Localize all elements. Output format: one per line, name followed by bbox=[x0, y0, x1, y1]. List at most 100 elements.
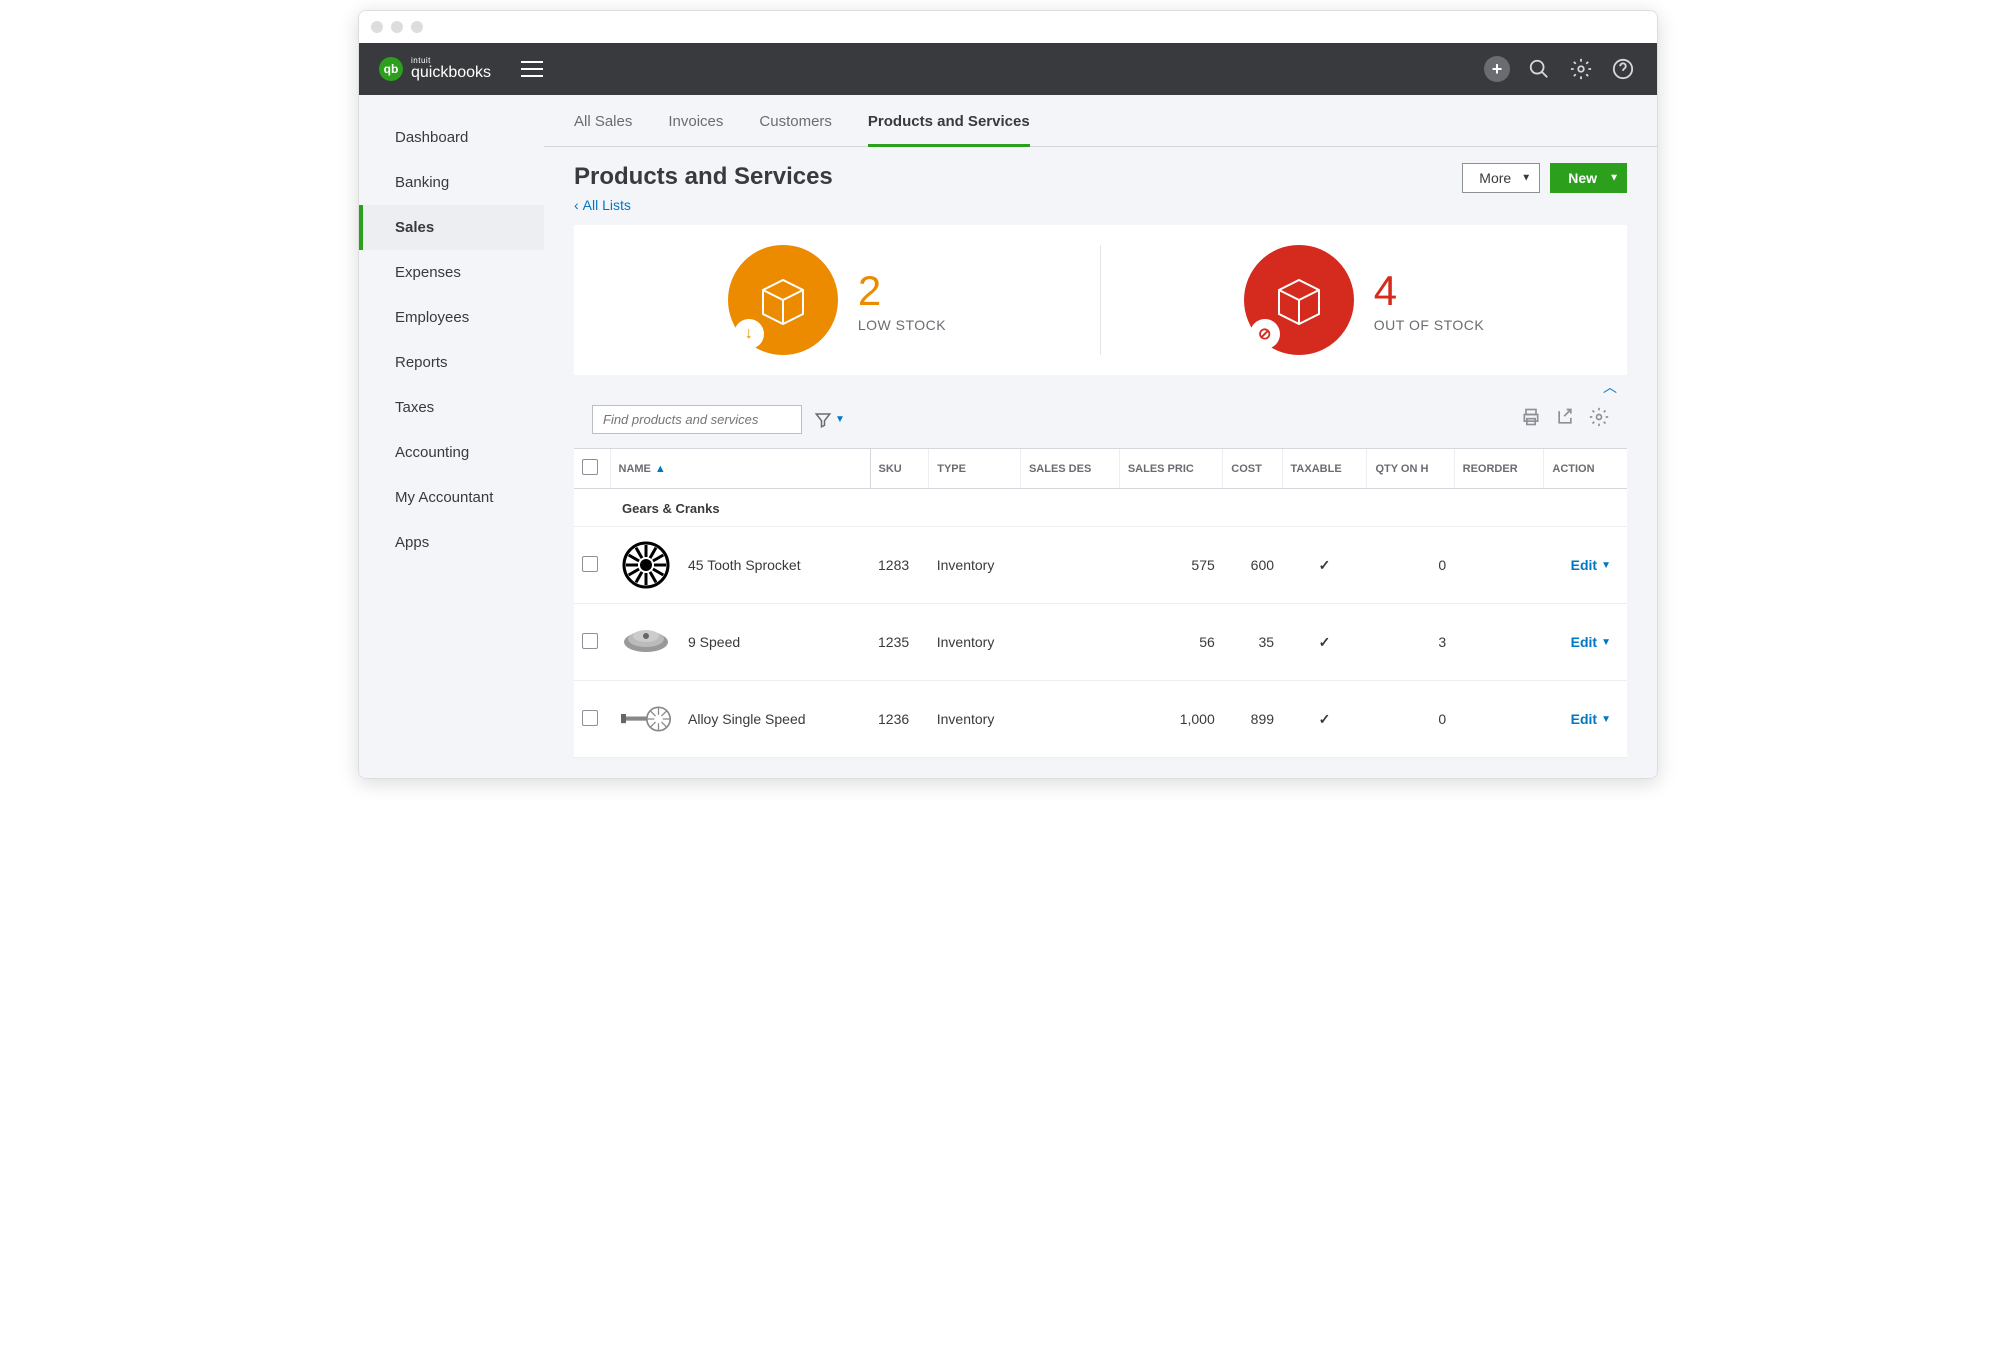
brand-logo: qb intuit quickbooks bbox=[379, 57, 491, 81]
window-titlebar bbox=[359, 11, 1657, 43]
collapse-stats-icon[interactable]: ︿ bbox=[1603, 377, 1617, 397]
print-icon[interactable] bbox=[1521, 407, 1541, 432]
sidebar-item-employees[interactable]: Employees bbox=[359, 295, 544, 340]
more-button[interactable]: More ▼ bbox=[1462, 163, 1540, 193]
sidebar-nav: Dashboard Banking Sales Expenses Employe… bbox=[359, 95, 544, 778]
table-settings-icon[interactable] bbox=[1589, 407, 1609, 432]
tab-invoices[interactable]: Invoices bbox=[668, 113, 723, 146]
caret-down-icon: ▼ bbox=[1601, 714, 1611, 725]
products-table: NAME▲ SKU TYPE SALES DES SALES PRIC COST… bbox=[574, 448, 1627, 758]
col-type[interactable]: TYPE bbox=[929, 449, 1021, 489]
product-thumbnail bbox=[618, 691, 674, 747]
create-new-button[interactable]: + bbox=[1483, 55, 1511, 83]
low-stock-count: 2 bbox=[858, 267, 946, 315]
cell-reorder bbox=[1454, 681, 1544, 758]
table-row: 9 Speed1235Inventory5635✓3Edit ▼ bbox=[574, 604, 1627, 681]
window-max-dot[interactable] bbox=[411, 21, 423, 33]
cell-taxable: ✓ bbox=[1282, 527, 1367, 604]
out-of-stock-stat[interactable]: ⊘ 4 OUT OF STOCK bbox=[1100, 245, 1627, 355]
sidebar-item-my-accountant[interactable]: My Accountant bbox=[359, 475, 544, 520]
sidebar-item-banking[interactable]: Banking bbox=[359, 160, 544, 205]
new-button[interactable]: New ▼ bbox=[1550, 163, 1627, 193]
cell-qty: 0 bbox=[1367, 681, 1454, 758]
col-action[interactable]: ACTION bbox=[1544, 449, 1627, 489]
cell-type: Inventory bbox=[929, 604, 1021, 681]
sub-tabs: All Sales Invoices Customers Products an… bbox=[544, 95, 1657, 147]
cell-sales-desc bbox=[1020, 681, 1119, 758]
sidebar-item-taxes[interactable]: Taxes bbox=[359, 385, 544, 430]
category-row: Gears & Cranks bbox=[574, 489, 1627, 527]
product-name: Alloy Single Speed bbox=[688, 711, 806, 727]
col-sales-price[interactable]: SALES PRIC bbox=[1119, 449, 1222, 489]
col-sales-desc[interactable]: SALES DES bbox=[1020, 449, 1119, 489]
new-button-label: New bbox=[1568, 170, 1597, 186]
sidebar-item-expenses[interactable]: Expenses bbox=[359, 250, 544, 295]
product-thumbnail bbox=[618, 614, 674, 670]
qb-logo-icon: qb bbox=[379, 57, 403, 81]
cell-type: Inventory bbox=[929, 527, 1021, 604]
col-sku[interactable]: SKU bbox=[870, 449, 929, 489]
cell-cost: 35 bbox=[1223, 604, 1282, 681]
edit-button[interactable]: Edit ▼ bbox=[1571, 711, 1611, 727]
out-of-stock-icon: ⊘ bbox=[1244, 245, 1354, 355]
col-name[interactable]: NAME▲ bbox=[610, 449, 870, 489]
cell-sales-price: 1,000 bbox=[1119, 681, 1222, 758]
stock-stats-card: ↓ 2 LOW STOCK ⊘ 4 bbox=[574, 225, 1627, 375]
filter-button[interactable]: ▼ bbox=[814, 411, 845, 429]
cell-sales-price: 575 bbox=[1119, 527, 1222, 604]
col-cost[interactable]: COST bbox=[1223, 449, 1282, 489]
window-close-dot[interactable] bbox=[371, 21, 383, 33]
edit-button[interactable]: Edit ▼ bbox=[1571, 634, 1611, 650]
cell-sales-desc bbox=[1020, 604, 1119, 681]
back-to-all-lists[interactable]: ‹ All Lists bbox=[574, 197, 833, 213]
out-of-stock-count: 4 bbox=[1374, 267, 1485, 315]
window-min-dot[interactable] bbox=[391, 21, 403, 33]
cell-qty: 0 bbox=[1367, 527, 1454, 604]
cell-sku: 1236 bbox=[870, 681, 929, 758]
search-input[interactable] bbox=[592, 405, 802, 434]
col-taxable[interactable]: TAXABLE bbox=[1282, 449, 1367, 489]
cell-taxable: ✓ bbox=[1282, 604, 1367, 681]
search-icon[interactable] bbox=[1525, 55, 1553, 83]
cell-reorder bbox=[1454, 604, 1544, 681]
plus-icon: + bbox=[1484, 56, 1510, 82]
tab-products-services[interactable]: Products and Services bbox=[868, 113, 1030, 147]
prohibited-icon: ⊘ bbox=[1250, 319, 1280, 349]
chevron-left-icon: ‹ bbox=[574, 197, 579, 213]
cell-type: Inventory bbox=[929, 681, 1021, 758]
back-link-label: All Lists bbox=[583, 197, 631, 213]
sidebar-item-reports[interactable]: Reports bbox=[359, 340, 544, 385]
cell-qty: 3 bbox=[1367, 604, 1454, 681]
product-name: 45 Tooth Sprocket bbox=[688, 557, 801, 573]
sidebar-item-accounting[interactable]: Accounting bbox=[359, 430, 544, 475]
cell-sku: 1283 bbox=[870, 527, 929, 604]
cell-sales-price: 56 bbox=[1119, 604, 1222, 681]
col-reorder[interactable]: REORDER bbox=[1454, 449, 1544, 489]
tab-customers[interactable]: Customers bbox=[759, 113, 832, 146]
caret-down-icon: ▼ bbox=[1521, 173, 1531, 184]
table-row: Alloy Single Speed1236Inventory1,000899✓… bbox=[574, 681, 1627, 758]
low-stock-stat[interactable]: ↓ 2 LOW STOCK bbox=[574, 245, 1100, 355]
sidebar-item-apps[interactable]: Apps bbox=[359, 520, 544, 565]
gear-icon[interactable] bbox=[1567, 55, 1595, 83]
export-icon[interactable] bbox=[1555, 407, 1575, 432]
row-checkbox[interactable] bbox=[582, 633, 598, 649]
col-qty[interactable]: QTY ON H bbox=[1367, 449, 1454, 489]
low-stock-label: LOW STOCK bbox=[858, 317, 946, 333]
cell-reorder bbox=[1454, 527, 1544, 604]
tab-all-sales[interactable]: All Sales bbox=[574, 113, 632, 146]
row-checkbox[interactable] bbox=[582, 710, 598, 726]
cell-sku: 1235 bbox=[870, 604, 929, 681]
row-checkbox[interactable] bbox=[582, 556, 598, 572]
cell-cost: 600 bbox=[1223, 527, 1282, 604]
menu-toggle-icon[interactable] bbox=[521, 61, 543, 77]
help-icon[interactable] bbox=[1609, 55, 1637, 83]
sidebar-item-sales[interactable]: Sales bbox=[359, 205, 544, 250]
page-title: Products and Services bbox=[574, 163, 833, 191]
caret-down-icon: ▼ bbox=[1601, 637, 1611, 648]
select-all-checkbox[interactable] bbox=[582, 459, 598, 475]
sidebar-item-dashboard[interactable]: Dashboard bbox=[359, 115, 544, 160]
caret-down-icon: ▼ bbox=[1601, 560, 1611, 571]
out-of-stock-label: OUT OF STOCK bbox=[1374, 317, 1485, 333]
edit-button[interactable]: Edit ▼ bbox=[1571, 557, 1611, 573]
